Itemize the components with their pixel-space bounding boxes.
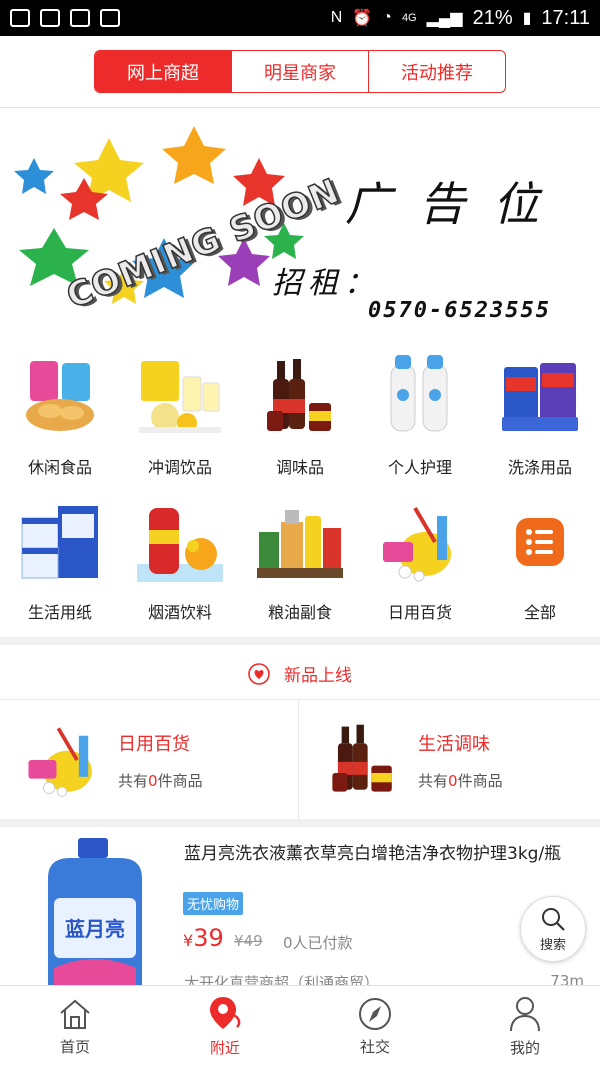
store-notification-icon [10, 9, 30, 27]
daily-goods-image [375, 497, 465, 587]
category-detergent[interactable]: 洗涤用品 [480, 340, 600, 485]
drinks-image [135, 352, 225, 442]
alarm-icon: ⏰ [352, 10, 373, 27]
network-type: 4G [401, 12, 417, 24]
wifi-icon: ◔ [382, 9, 392, 26]
category-snacks[interactable]: 休闲食品 [0, 340, 120, 485]
category-label: 个人护理 [387, 458, 452, 477]
signal-icon: ▂▄▆ [426, 10, 463, 27]
nav-social[interactable]: 社交 [300, 986, 450, 1067]
grain-oil-image [255, 497, 345, 587]
category-label: 洗涤用品 [507, 458, 572, 477]
battery-icon: ▮ [522, 10, 532, 27]
heart-icon [248, 662, 270, 685]
detergent-image [495, 352, 585, 442]
category-grid: 休闲食品 冲调饮品 调味品 个人护理 洗涤用品 生活用纸 烟酒饮料 粮油副食 日… [0, 340, 600, 630]
nav-label: 我的 [509, 1039, 540, 1057]
store-notification-icon-2 [40, 9, 60, 27]
nfc-icon: N [330, 9, 343, 26]
category-grain-oil[interactable]: 粮油副食 [240, 485, 360, 630]
nav-home[interactable]: 首页 [0, 986, 150, 1067]
category-label: 冲调饮品 [147, 458, 212, 477]
beverage-image [135, 497, 225, 587]
svg-text:蓝月亮: 蓝月亮 [65, 917, 125, 941]
search-icon [542, 907, 565, 931]
location-pin-icon [210, 997, 241, 1029]
ad-phone: 0570-6523555 [368, 298, 551, 323]
nav-label: 附近 [209, 1039, 240, 1057]
section-divider [0, 637, 600, 645]
top-segmented-tabs: 网上商超 明星商家 活动推荐 [94, 50, 506, 93]
category-label: 生活用纸 [27, 603, 92, 622]
image-notification-icon [70, 9, 90, 27]
category-label: 粮油副食 [267, 603, 332, 622]
bottom-nav: 首页 附近 社交 我的 [0, 985, 600, 1067]
seasoning-image [255, 352, 345, 442]
category-label: 日用百货 [387, 603, 452, 622]
ad-rent-label: 招租： [272, 266, 380, 301]
personal-care-image [375, 352, 465, 442]
product-price: ¥39 [183, 924, 224, 952]
promo-title: 生活调味 [418, 733, 490, 755]
product-image: 蓝月亮 [48, 838, 142, 986]
nav-nearby[interactable]: 附近 [150, 986, 300, 1067]
home-icon [60, 999, 90, 1029]
battery-percent: 21% [472, 6, 513, 29]
category-label: 全部 [523, 603, 556, 622]
clock: 17:11 [541, 6, 590, 29]
category-label: 休闲食品 [27, 458, 92, 477]
new-items-label: 新品上线 [284, 666, 352, 686]
category-label: 调味品 [275, 458, 324, 477]
category-personal-care[interactable]: 个人护理 [360, 340, 480, 485]
nav-label: 社交 [359, 1038, 390, 1056]
daily-goods-image [18, 715, 108, 805]
search-label: 搜索 [539, 937, 566, 953]
user-icon [510, 997, 540, 1032]
snacks-image [15, 352, 105, 442]
floating-search-button[interactable]: 搜索 [520, 896, 586, 962]
product-tag: 无忧购物 [183, 892, 244, 915]
product-paid-count: 0人已付款 [283, 934, 353, 952]
tab-star-merchants[interactable]: 明星商家 [231, 51, 368, 92]
nav-profile[interactable]: 我的 [450, 986, 600, 1067]
promo-title: 日用百货 [118, 733, 190, 755]
promo-card-seasoning[interactable]: 生活调味 共有0件商品 [300, 701, 599, 819]
status-bar: N ⏰ ◔ 4G ▂▄▆ 21% ▮ 17:11 [0, 0, 600, 36]
new-items-header: 新品上线 [0, 648, 600, 700]
payment-notification-icon [100, 9, 120, 27]
product-card[interactable]: 蓝月亮 蓝月亮洗衣液薰衣草亮白增艳洁净衣物护理3kg/瓶 无忧购物 ¥39 ¥4… [0, 826, 600, 986]
product-title: 蓝月亮洗衣液薰衣草亮白增艳洁净衣物护理3kg/瓶 [184, 844, 562, 864]
category-daily-goods[interactable]: 日用百货 [360, 485, 480, 630]
product-old-price: ¥49 [234, 932, 263, 950]
compass-icon [359, 998, 391, 1030]
category-seasoning[interactable]: 调味品 [240, 340, 360, 485]
product-store: 大开化直营商超（利通商贸） [184, 974, 380, 986]
list-icon [495, 497, 585, 587]
seasoning-image [318, 715, 408, 805]
tissue-image [15, 497, 105, 587]
category-all[interactable]: 全部 [480, 485, 600, 630]
notification-icons [10, 9, 120, 27]
nav-label: 首页 [59, 1038, 90, 1056]
category-tissue[interactable]: 生活用纸 [0, 485, 120, 630]
promo-count: 共有0件商品 [118, 771, 203, 790]
tab-online-supermarket[interactable]: 网上商超 [95, 51, 231, 92]
promo-count: 共有0件商品 [418, 771, 503, 790]
ad-banner[interactable]: COMING SOON 广告位 招租： 0570-6523555 [0, 108, 600, 336]
promo-card-daily-goods[interactable]: 日用百货 共有0件商品 [0, 701, 299, 819]
category-beverage[interactable]: 烟酒饮料 [120, 485, 240, 630]
category-drinks[interactable]: 冲调饮品 [120, 340, 240, 485]
ad-title: 广告位 [345, 177, 567, 231]
product-distance: 73m [550, 972, 584, 986]
tab-activity-recommend[interactable]: 活动推荐 [368, 51, 505, 92]
category-label: 烟酒饮料 [147, 603, 212, 622]
